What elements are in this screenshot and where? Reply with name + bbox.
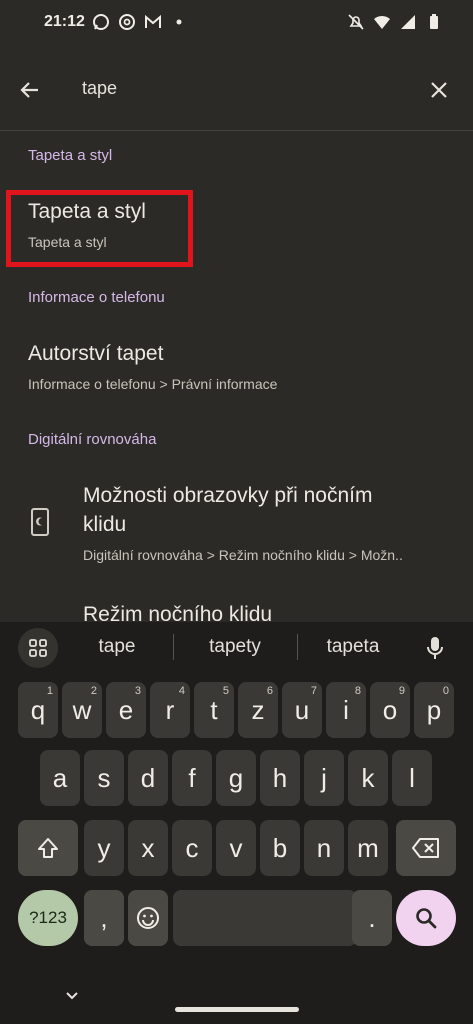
back-button[interactable]	[14, 74, 46, 106]
status-time: 21:12	[44, 13, 85, 30]
key-l[interactable]: l	[392, 750, 432, 806]
dot-icon	[170, 13, 188, 31]
key-w[interactable]: w2	[62, 682, 102, 738]
key-v[interactable]: v	[216, 820, 256, 876]
result-title-line1: Možnosti obrazovky při nočním	[83, 484, 373, 507]
suggestion-3[interactable]: tapeta	[298, 636, 408, 658]
backspace-key[interactable]	[396, 820, 456, 876]
shift-key[interactable]	[18, 820, 78, 876]
comma-key[interactable]: ,	[84, 890, 124, 946]
key-a[interactable]: a	[40, 750, 80, 806]
key-g[interactable]: g	[216, 750, 256, 806]
notification-icons	[92, 13, 188, 31]
period-key[interactable]: .	[352, 890, 392, 946]
key-d[interactable]: d	[128, 750, 168, 806]
key-i[interactable]: i8	[326, 682, 366, 738]
section-header-digitalni: Digitální rovnováha	[28, 431, 157, 448]
shift-icon	[38, 838, 58, 858]
system-icons	[347, 13, 443, 31]
phone-screen-icon	[30, 507, 50, 542]
suggestion-1[interactable]: tape	[62, 636, 172, 658]
keyboard: tape tapety tapeta q1 w2 e3 r4 t5 z6 u7 …	[0, 622, 473, 1024]
grid-icon	[29, 639, 47, 657]
key-m[interactable]: m	[348, 820, 388, 876]
clear-search-button[interactable]	[423, 74, 455, 106]
key-r[interactable]: r4	[150, 682, 190, 738]
chevron-down-icon	[66, 992, 78, 1000]
key-x[interactable]: x	[128, 820, 168, 876]
result-title-line2: klidu	[83, 513, 127, 536]
section-header-tapeta: Tapeta a styl	[28, 147, 113, 164]
battery-icon	[425, 13, 443, 31]
key-b[interactable]: b	[260, 820, 300, 876]
suggestion-2[interactable]: tapety	[180, 636, 290, 658]
search-icon	[416, 908, 437, 929]
highlight-box	[6, 190, 193, 267]
key-t[interactable]: t5	[194, 682, 234, 738]
key-f[interactable]: f	[172, 750, 212, 806]
section-header-informace: Informace o telefonu	[28, 289, 165, 306]
key-s[interactable]: s	[84, 750, 124, 806]
suggestion-strip: tape tapety tapeta	[0, 622, 473, 672]
symbols-key[interactable]: ?123	[18, 890, 78, 946]
key-e[interactable]: e3	[106, 682, 146, 738]
microphone-icon	[427, 637, 443, 659]
divider	[173, 634, 174, 660]
search-bar: tape	[0, 60, 473, 120]
threads-icon	[118, 13, 136, 31]
arrow-back-icon	[20, 82, 38, 98]
key-p[interactable]: p0	[414, 682, 454, 738]
hide-keyboard-button[interactable]	[60, 984, 84, 1008]
wifi-icon	[373, 13, 391, 31]
backspace-icon	[412, 838, 439, 858]
gmail-icon	[144, 13, 162, 31]
key-u[interactable]: u7	[282, 682, 322, 738]
signal-icon	[399, 13, 417, 31]
result-subtitle: Digitální rovnováha > Režim nočního klid…	[83, 547, 403, 563]
search-key[interactable]	[396, 890, 456, 946]
key-y[interactable]: y	[84, 820, 124, 876]
close-icon	[431, 82, 447, 98]
divider	[0, 130, 473, 131]
search-input[interactable]: tape	[82, 78, 117, 99]
voice-input-button[interactable]	[419, 632, 451, 664]
mute-icon	[347, 13, 365, 31]
key-q[interactable]: q1	[18, 682, 58, 738]
result-title: Autorství tapet	[28, 342, 164, 365]
status-bar: 21:12	[0, 0, 473, 48]
home-indicator[interactable]	[175, 1007, 299, 1012]
keyboard-menu-button[interactable]	[18, 628, 58, 668]
key-h[interactable]: h	[260, 750, 300, 806]
emoji-key[interactable]	[128, 890, 168, 946]
emoji-icon	[137, 907, 159, 929]
result-subtitle: Informace o telefonu > Právní informace	[28, 376, 278, 392]
key-n[interactable]: n	[304, 820, 344, 876]
key-o[interactable]: o9	[370, 682, 410, 738]
space-key[interactable]	[173, 890, 357, 946]
whatsapp-icon	[92, 13, 110, 31]
key-c[interactable]: c	[172, 820, 212, 876]
key-k[interactable]: k	[348, 750, 388, 806]
key-j[interactable]: j	[304, 750, 344, 806]
key-z[interactable]: z6	[238, 682, 278, 738]
